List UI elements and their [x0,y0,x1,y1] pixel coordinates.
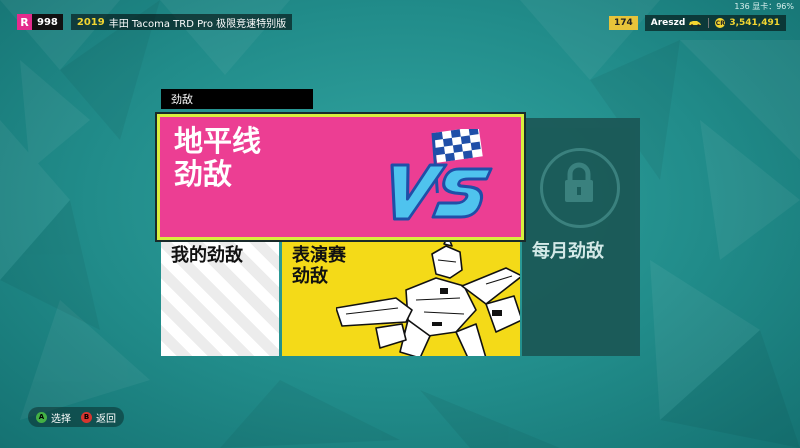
player-panel: Areszd CR 3,541,491 [644,15,786,31]
back-hint[interactable]: 返回 [96,410,116,425]
horizon-rivals-label: 地平线 劲敌 [174,124,262,192]
credits-icon: CR [715,18,726,28]
car-name: 丰田 Tacoma TRD Pro 极限竞速特别版 [108,18,287,30]
current-car: 2019 丰田 Tacoma TRD Pro 极限竞速特别版 [70,14,293,30]
performance-class-badge: R [17,14,32,30]
monthly-rivals-label: 每月劲敌 [532,241,604,262]
divider [708,18,710,28]
car-icon [689,21,702,27]
car-year: 2019 [76,16,105,28]
mech-illustration [336,240,520,356]
button-hints: A 选择 B 返回 [28,407,124,427]
credits-amount: 3,541,491 [729,18,780,28]
horizon-rivals-card[interactable]: 地平线 劲敌 [155,112,526,242]
exhibition-rivals-card[interactable]: 表演赛 劲敌 [282,240,520,356]
my-rivals-card[interactable]: 我的劲敌 [161,240,279,356]
my-rivals-label: 我的劲敌 [171,245,243,266]
top-bar: R 998 2019 丰田 Tacoma TRD Pro 极限竞速特别版 [17,14,293,30]
player-level-badge: 174 [608,16,638,30]
player-info: 174 Areszd CR 3,541,491 [608,15,786,31]
monthly-rivals-card[interactable]: 每月劲敌 [522,118,640,356]
section-title: 劲敌 [161,89,313,109]
performance-overlay: 136 显卡：96% [734,2,794,11]
player-name: Areszd [650,18,686,28]
lock-icon [565,162,593,202]
b-button-icon: B [81,411,92,423]
performance-index: 998 [32,14,63,30]
a-button-icon: A [36,411,47,423]
vs-icon [390,129,493,221]
select-hint[interactable]: 选择 [51,410,71,425]
